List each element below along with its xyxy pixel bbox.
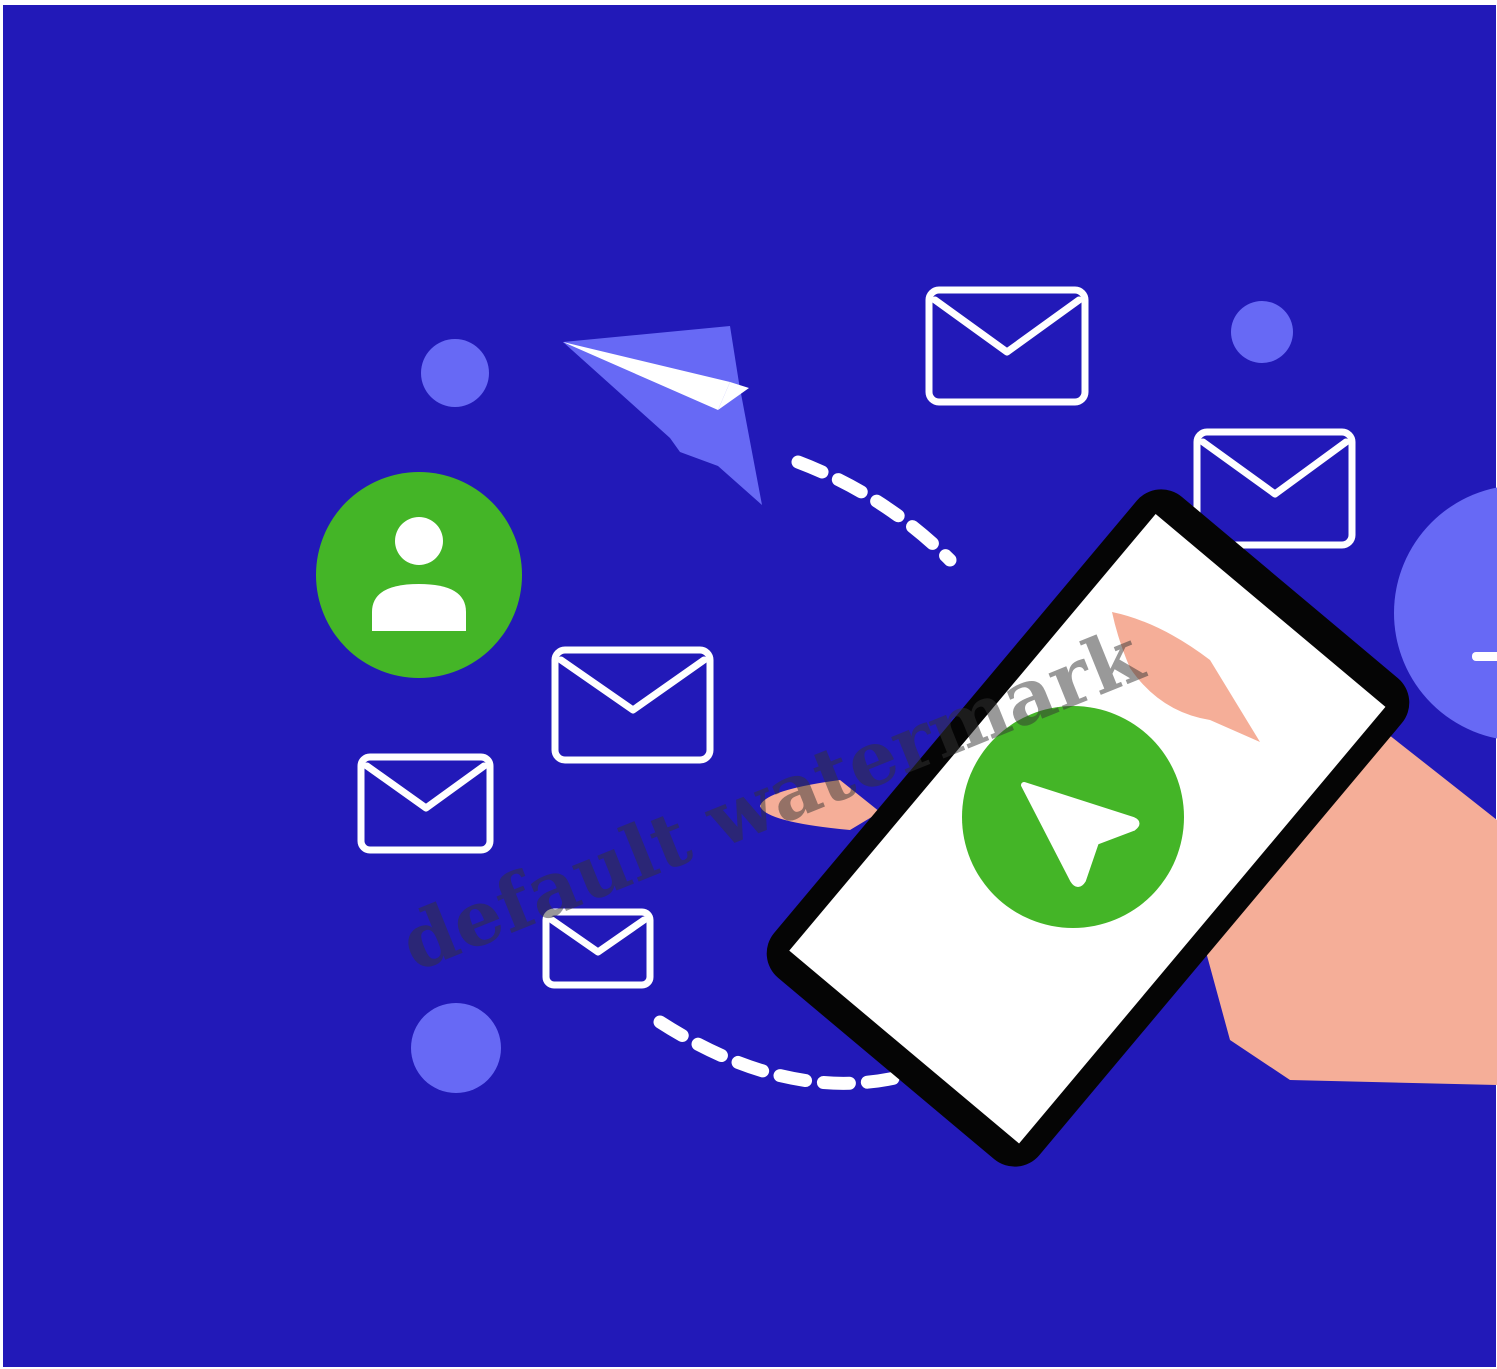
illustration: default watermark	[3, 5, 1497, 1367]
decor-dot	[421, 339, 489, 407]
user-avatar	[316, 472, 522, 678]
decor-dash	[1472, 652, 1497, 661]
decor-dot	[1231, 301, 1293, 363]
decor-dot	[411, 1003, 501, 1093]
